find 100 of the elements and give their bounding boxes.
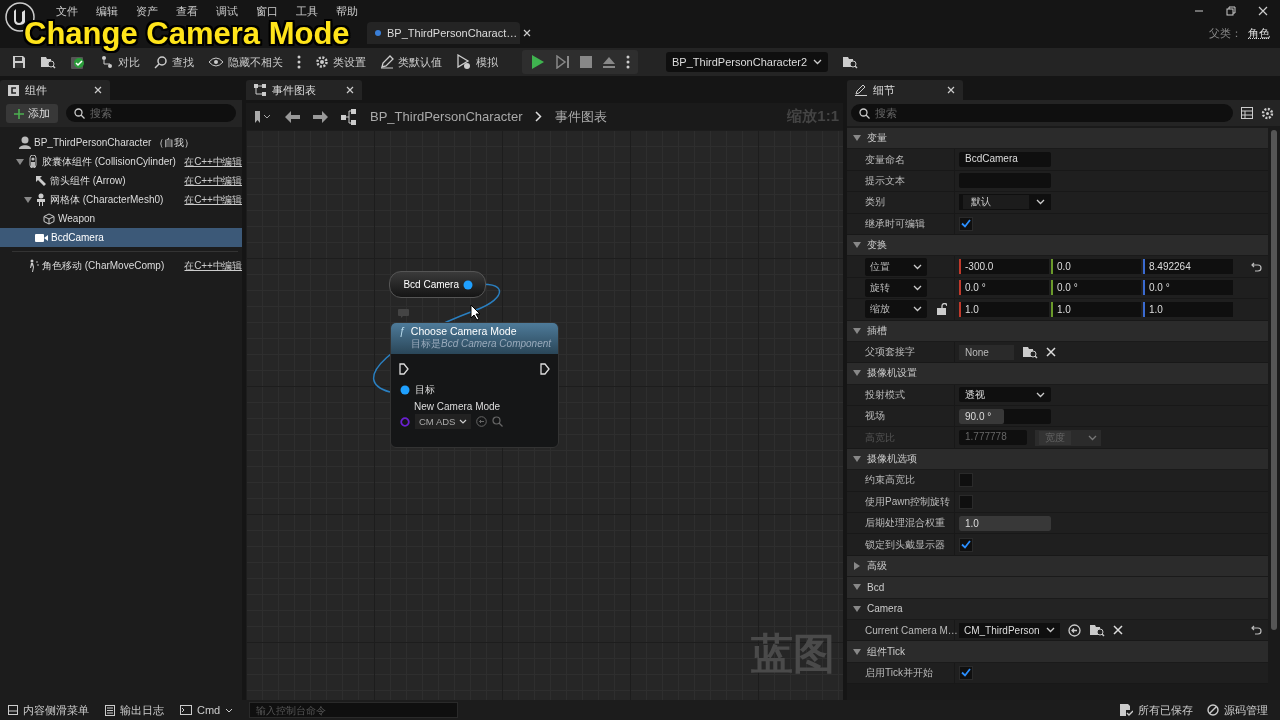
status-bar-button[interactable]: 输出日志 <box>105 702 164 718</box>
section-header[interactable]: 摄像机设置 <box>847 363 1268 385</box>
expand-caret-icon[interactable] <box>853 134 861 143</box>
play-gear-icon[interactable] <box>456 54 472 70</box>
expand-caret-icon[interactable] <box>853 369 861 378</box>
object-pin-icon[interactable] <box>400 385 410 395</box>
section-header[interactable]: 变换 <box>847 234 1268 257</box>
close-icon[interactable] <box>947 86 955 94</box>
expand-caret-icon[interactable] <box>853 647 861 656</box>
axis-value-field[interactable]: 1.0 <box>1143 301 1233 317</box>
back-arrow-icon[interactable] <box>285 110 300 123</box>
section-title[interactable]: 组件Tick <box>867 644 905 659</box>
section-header[interactable]: Bcd <box>847 577 1268 599</box>
number-slider-field[interactable]: 1.0 <box>959 515 1051 531</box>
projection-dropdown[interactable]: 透视 <box>959 387 1051 403</box>
section-title[interactable]: Camera <box>867 603 903 615</box>
component-label[interactable]: Weapon <box>58 213 242 224</box>
checkbox[interactable] <box>959 473 973 488</box>
edit-in-cpp-link[interactable]: 在C++中编辑 <box>184 154 242 169</box>
toolbar-button[interactable]: 类默认值 <box>380 54 442 70</box>
folder-search-icon[interactable] <box>842 55 859 69</box>
section-title[interactable]: 摄像机选项 <box>867 452 917 467</box>
gear-icon[interactable] <box>315 55 329 69</box>
menu-item[interactable]: 资产 <box>130 3 164 19</box>
expand-caret-icon[interactable] <box>853 241 861 250</box>
expand-caret-icon[interactable] <box>24 195 32 204</box>
restore-icon[interactable] <box>1226 6 1236 16</box>
panel-tab[interactable]: 事件图表 <box>246 80 362 100</box>
table-view-icon[interactable] <box>1241 107 1253 119</box>
tree-item[interactable]: BP_ThirdPersonCharacter （自我） <box>0 133 242 152</box>
exec-input-pin-icon[interactable] <box>399 363 409 375</box>
scrollbar-thumb[interactable] <box>1271 130 1277 630</box>
console-input[interactable]: 输入控制台命令 <box>249 702 459 718</box>
axis-value-field[interactable]: -300.0 <box>959 259 1049 275</box>
status-bar-button[interactable]: Cmd <box>180 704 234 716</box>
step-icon[interactable] <box>556 55 570 69</box>
output-pin-icon[interactable] <box>463 279 473 290</box>
number-slider-field[interactable]: 90.0 ° <box>959 408 1051 424</box>
tree-item[interactable]: Weapon <box>0 209 242 228</box>
status-bar-button[interactable]: 所有已保存 <box>1120 702 1193 718</box>
folder-search-icon[interactable] <box>40 55 56 69</box>
menu-item[interactable]: 查看 <box>170 3 204 19</box>
tree-item[interactable]: 角色移动 (CharMoveComp) 在C++中编辑 <box>0 256 242 275</box>
panel-tab[interactable]: 组件 <box>0 80 110 100</box>
bookmark-icon[interactable] <box>254 110 272 123</box>
settings-icon[interactable] <box>1261 106 1274 120</box>
section-title[interactable]: 摄像机设置 <box>867 366 917 381</box>
component-label[interactable]: 角色移动 (CharMoveComp) <box>42 258 182 273</box>
close-icon[interactable] <box>94 86 102 94</box>
component-label[interactable]: 箭头组件 (Arrow) <box>50 173 182 188</box>
folder-search-icon[interactable] <box>1022 345 1038 360</box>
expand-caret-icon[interactable] <box>853 562 861 570</box>
toolbar-button[interactable]: 对比 <box>100 54 140 70</box>
debug-object-dropdown[interactable]: BP_ThirdPersonCharacter2 <box>666 52 829 72</box>
reset-arrow-icon[interactable] <box>1250 625 1262 636</box>
play-icon[interactable] <box>530 54 546 70</box>
transform-mode-dropdown[interactable]: 缩放 <box>865 300 927 319</box>
asset-dropdown[interactable]: CM_ThirdPerson <box>959 622 1060 638</box>
section-header[interactable]: Camera <box>847 598 1268 620</box>
toolbar-button[interactable]: 模拟 <box>456 54 498 70</box>
variable-node[interactable]: Bcd Camera <box>389 271 486 298</box>
component-label[interactable]: BcdCamera <box>51 232 242 243</box>
diff-icon[interactable] <box>100 55 114 69</box>
expand-caret-icon[interactable] <box>853 604 861 613</box>
section-title[interactable]: 插槽 <box>867 323 887 338</box>
edit-in-cpp-link[interactable]: 在C++中编辑 <box>184 192 242 207</box>
status-bar-button[interactable]: 内容侧滑菜单 <box>8 702 89 718</box>
compile-check-icon[interactable] <box>70 54 86 70</box>
section-header[interactable]: 组件Tick <box>847 641 1268 663</box>
menu-item[interactable]: 帮助 <box>330 3 364 19</box>
search-field[interactable]: 搜索 <box>851 104 1233 122</box>
checkbox[interactable] <box>959 216 973 231</box>
expand-caret-icon[interactable] <box>853 455 861 464</box>
exec-output-pin-icon[interactable] <box>540 363 550 375</box>
add-button[interactable]: 添加 <box>6 104 58 123</box>
axis-value-field[interactable]: 0.0 <box>1051 259 1141 275</box>
socket-field[interactable]: None <box>959 344 1014 360</box>
menu-item[interactable]: 调试 <box>210 3 244 19</box>
edit-in-cpp-link[interactable]: 在C++中编辑 <box>184 173 242 188</box>
tree-item[interactable]: BcdCamera <box>0 228 242 247</box>
eye-icon[interactable] <box>208 56 224 68</box>
search-icon[interactable] <box>154 55 168 69</box>
reset-arrow-icon[interactable] <box>1250 261 1262 272</box>
menu-item[interactable]: 文件 <box>50 3 84 19</box>
panel-tab[interactable]: 细节 <box>847 80 963 100</box>
parent-class-link[interactable]: 角色 <box>1248 25 1270 41</box>
more-options-icon[interactable] <box>297 55 301 69</box>
checkbox[interactable] <box>959 537 973 552</box>
transform-mode-dropdown[interactable]: 旋转 <box>865 278 927 297</box>
section-header[interactable]: 插槽 <box>847 320 1268 342</box>
search-field[interactable]: 搜索 <box>66 104 236 122</box>
axis-value-field[interactable]: 0.0 ° <box>1143 280 1233 296</box>
pencil-icon[interactable] <box>380 55 394 69</box>
axis-value-field[interactable]: 1.0 <box>959 301 1049 317</box>
tree-item[interactable]: 箭头组件 (Arrow) 在C++中编辑 <box>0 171 242 190</box>
expand-caret-icon[interactable] <box>853 583 861 592</box>
save-icon[interactable] <box>12 55 26 69</box>
axis-value-field[interactable]: 8.492264 <box>1143 259 1233 275</box>
function-node[interactable]: ƒ Choose Camera Mode 目标是Bcd Camera Component 目标 New Camera Mode CM ADS <box>390 322 559 448</box>
close-icon[interactable] <box>346 86 354 94</box>
